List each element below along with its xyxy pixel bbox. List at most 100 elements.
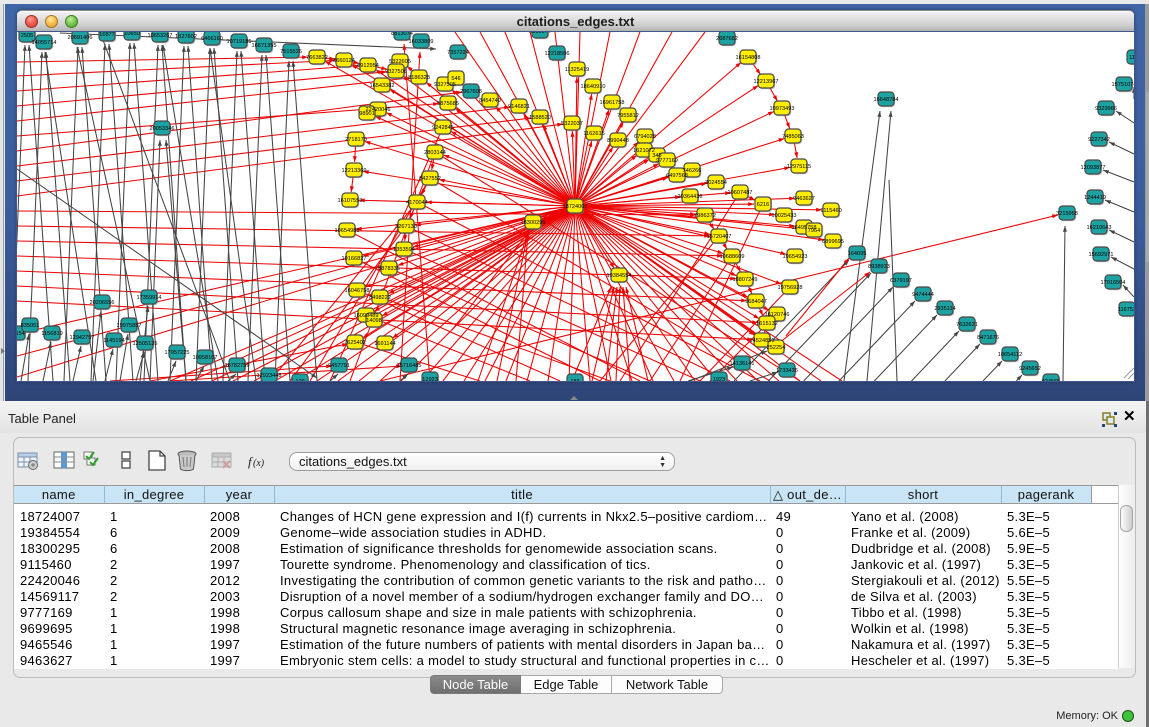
svg-text:5322037: 5322037	[561, 121, 583, 127]
svg-text:6216: 6216	[757, 202, 769, 208]
svg-text:8427552: 8427552	[419, 176, 441, 182]
svg-text:1156819: 1156819	[41, 331, 62, 337]
svg-text:4170044: 4170044	[406, 200, 428, 206]
svg-text:10650: 10650	[124, 32, 140, 37]
svg-text:9227342: 9227342	[1088, 137, 1110, 143]
svg-text:8186328: 8186328	[408, 75, 430, 81]
svg-text:6466160: 6466160	[201, 36, 223, 42]
svg-text:835051: 835051	[21, 323, 40, 329]
svg-text:8938923: 8938923	[868, 264, 890, 270]
svg-text:1244419: 1244419	[1084, 195, 1106, 201]
svg-text:16961758: 16961758	[600, 100, 625, 106]
svg-text:8990448: 8990448	[607, 138, 629, 144]
svg-text:2505: 2505	[21, 33, 33, 39]
svg-text:12213967: 12213967	[754, 79, 779, 85]
svg-text:14524851: 14524851	[750, 338, 775, 344]
svg-text:3267130: 3267130	[395, 224, 417, 230]
svg-text:2687682: 2687682	[716, 36, 738, 42]
svg-text:7632621: 7632621	[956, 322, 978, 328]
svg-text:546: 546	[451, 76, 460, 82]
svg-text:12218506: 12218506	[545, 51, 570, 57]
svg-text:252254: 252254	[767, 345, 786, 351]
svg-text:8813074: 8813074	[529, 32, 551, 35]
svg-text:18300295: 18300295	[521, 220, 546, 226]
svg-text:19756928: 19756928	[778, 285, 803, 291]
svg-text:1353594: 1353594	[393, 247, 415, 253]
svg-text:16154808: 16154808	[736, 55, 761, 61]
svg-text:9684047: 9684047	[745, 299, 767, 305]
svg-text:9777169: 9777169	[656, 158, 678, 164]
svg-text:183: 183	[570, 379, 579, 381]
svg-text:12213369: 12213369	[342, 168, 367, 174]
svg-text:8498222: 8498222	[369, 295, 391, 301]
svg-text:9245652: 9245652	[1019, 366, 1041, 372]
svg-text:19654985: 19654985	[335, 228, 360, 234]
svg-text:15716485: 15716485	[397, 363, 422, 369]
svg-text:129: 129	[295, 379, 304, 381]
svg-text:9242845: 9242845	[432, 125, 454, 131]
svg-text:1162615: 1162615	[583, 131, 604, 137]
svg-text:15751074: 15751074	[1112, 82, 1134, 88]
svg-text:10607487: 10607487	[728, 190, 753, 196]
svg-text:8471676: 8471676	[977, 335, 999, 341]
svg-text:18807249: 18807249	[733, 277, 758, 283]
svg-text:16671355: 16671355	[252, 43, 277, 49]
svg-text:6794028: 6794028	[634, 134, 656, 140]
svg-text:7485063: 7485063	[782, 134, 804, 140]
svg-text:9457791: 9457791	[328, 363, 350, 369]
svg-text:7515526: 7515526	[280, 49, 302, 55]
svg-text:20206556: 20206556	[90, 300, 115, 306]
svg-text:10688609: 10688609	[720, 254, 745, 260]
svg-text:10654112: 10654112	[998, 352, 1022, 358]
svg-text:16210643: 16210643	[1087, 225, 1112, 231]
svg-text:8454749: 8454749	[479, 98, 501, 104]
svg-text:10719185: 10719185	[227, 39, 252, 45]
svg-text:1112: 1112	[1129, 55, 1134, 61]
svg-text:18724007: 18724007	[563, 204, 588, 210]
svg-text:19166827: 19166827	[342, 256, 367, 262]
svg-text:9146821: 9146821	[508, 104, 530, 110]
svg-text:7964: 7964	[808, 228, 820, 234]
svg-text:8912954: 8912954	[357, 63, 379, 69]
svg-text:2935114: 2935114	[934, 306, 955, 312]
svg-text:20364436: 20364436	[678, 194, 703, 200]
svg-text:9329966: 9329966	[1095, 106, 1117, 112]
svg-text:20691406: 20691406	[68, 35, 93, 41]
svg-text:16648784: 16648784	[874, 97, 899, 103]
svg-text:10653267: 10653267	[148, 33, 173, 39]
svg-text:16877: 16877	[99, 32, 115, 38]
svg-text:8878335: 8878335	[378, 266, 400, 272]
svg-text:7357224: 7357224	[447, 50, 469, 56]
svg-text:1733426: 1733426	[776, 368, 798, 374]
svg-text:2803144: 2803144	[424, 150, 446, 156]
svg-text:19384554: 19384554	[607, 273, 632, 279]
svg-text:17016504: 17016504	[1101, 280, 1126, 286]
svg-text:14055714: 14055714	[32, 40, 57, 46]
svg-text:17957225: 17957225	[165, 350, 190, 356]
svg-text:17359914: 17359914	[137, 295, 162, 301]
svg-text:5875685: 5875685	[437, 101, 459, 107]
svg-text:12942757: 12942757	[70, 335, 95, 341]
svg-text:39154: 39154	[17, 331, 25, 337]
svg-text:19975857: 19975857	[117, 323, 142, 329]
svg-text:6497568: 6497568	[666, 173, 688, 179]
svg-text:16033809: 16033809	[409, 39, 434, 45]
svg-text:12923448: 12923448	[257, 373, 282, 379]
svg-text:1527602: 1527602	[175, 34, 197, 40]
svg-text:16782759: 16782759	[225, 363, 250, 369]
svg-text:8813074: 8813074	[391, 32, 413, 37]
svg-text:9327508: 9327508	[385, 69, 407, 75]
svg-text:9474444: 9474444	[912, 292, 934, 298]
svg-text:7955812: 7955812	[617, 113, 639, 119]
svg-text:9463627: 9463627	[793, 196, 815, 202]
svg-text:7625402: 7625402	[344, 340, 366, 346]
svg-text:3215958: 3215958	[1056, 211, 1078, 217]
svg-text:1588520: 1588520	[529, 115, 551, 121]
svg-text:10025433: 10025433	[772, 213, 797, 219]
svg-text:14098: 14098	[366, 318, 382, 324]
svg-text:(x): (x)	[253, 458, 265, 469]
svg-text:7663822: 7663822	[306, 55, 328, 61]
svg-text:164095: 164095	[848, 251, 867, 257]
svg-text:10973493: 10973493	[770, 106, 795, 112]
svg-text:98901: 98901	[359, 111, 375, 117]
